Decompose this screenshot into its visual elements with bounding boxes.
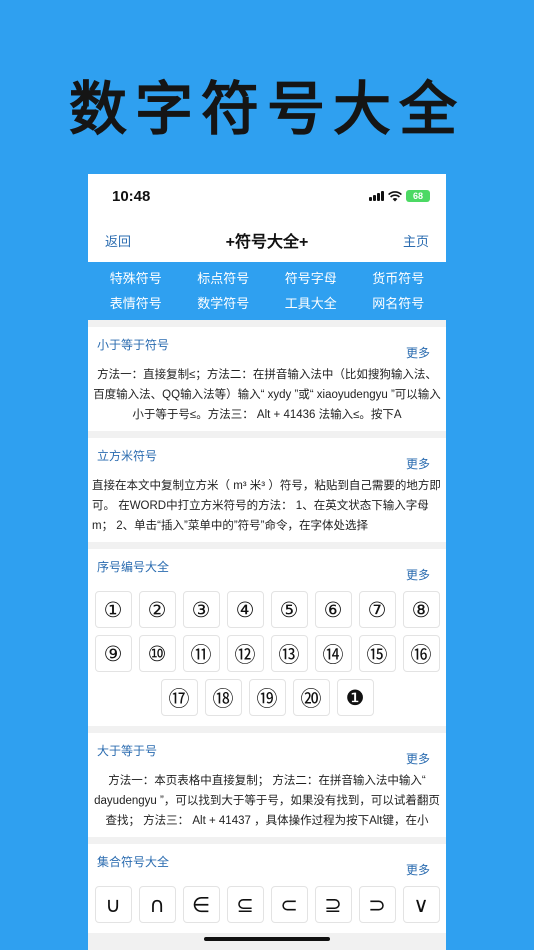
- section-gte: 大于等于号 更多 方法一：本页表格中直接复制； 方法二：在拼音输入法中输入“ d…: [88, 733, 446, 837]
- category-punctuation[interactable]: 标点符号: [180, 266, 268, 291]
- category-special[interactable]: 特殊符号: [92, 266, 180, 291]
- section-text: 方法一：直接复制≤；方法二：在拼音输入法中（比如搜狗输入法、百度输入法、QQ输入…: [93, 369, 441, 421]
- symbol-cell[interactable]: ⊇: [314, 886, 352, 923]
- symbol-cell[interactable]: ⑯: [402, 635, 440, 672]
- symbol-cell[interactable]: ⑲: [248, 679, 286, 716]
- symbol-grid: ①②③④⑤⑥⑦⑧ ⑨⑩⑪⑫⑬⑭⑮⑯ ⑰⑱⑲⑳❶: [88, 583, 446, 726]
- status-time: 10:48: [112, 187, 151, 205]
- symbol-cell[interactable]: ①: [94, 591, 132, 628]
- symbol-cell[interactable]: ⊃: [358, 886, 396, 923]
- symbol-cell[interactable]: ⑭: [314, 635, 352, 672]
- symbol-cell[interactable]: ⑦: [358, 591, 396, 628]
- symbol-cell[interactable]: ②: [138, 591, 176, 628]
- section-text: 直接在本文中复制立方米（ m³ 米³ ）符号，粘贴到自己需要的地方即可。 在WO…: [92, 480, 441, 532]
- symbol-cell[interactable]: ⑧: [402, 591, 440, 628]
- symbol-cell[interactable]: ⑳: [292, 679, 330, 716]
- more-link[interactable]: 更多: [406, 455, 430, 472]
- symbol-cell[interactable]: ∨: [402, 886, 440, 923]
- more-link[interactable]: 更多: [406, 566, 430, 583]
- symbol-cell[interactable]: ∈: [182, 886, 220, 923]
- symbol-cell[interactable]: ⑤: [270, 591, 308, 628]
- symbol-cell[interactable]: ④: [226, 591, 264, 628]
- category-currency[interactable]: 货币符号: [355, 266, 443, 291]
- symbol-cell[interactable]: ⑬: [270, 635, 308, 672]
- home-indicator[interactable]: [204, 937, 330, 941]
- section-title: 集合符号大全: [97, 855, 170, 869]
- section-title: 序号编号大全: [97, 560, 170, 574]
- banner-title: 数字符号大全: [68, 75, 465, 143]
- symbol-cell[interactable]: ⊂: [270, 886, 308, 923]
- section-title: 小于等于符号: [97, 338, 170, 352]
- signal-icon: [369, 191, 384, 201]
- section-serial-numbers: 序号编号大全 更多 ①②③④⑤⑥⑦⑧ ⑨⑩⑪⑫⑬⑭⑮⑯ ⑰⑱⑲⑳❶: [88, 549, 446, 726]
- category-nickname[interactable]: 网名符号: [355, 291, 443, 316]
- symbol-cell[interactable]: ∩: [138, 886, 176, 923]
- back-button[interactable]: 返回: [105, 231, 131, 250]
- category-math[interactable]: 数学符号: [180, 291, 268, 316]
- symbol-cell[interactable]: ③: [182, 591, 220, 628]
- symbol-cell[interactable]: ∪: [94, 886, 132, 923]
- category-tools[interactable]: 工具大全: [267, 291, 355, 316]
- section-title: 大于等于号: [97, 744, 158, 758]
- page-title: +符号大全+: [225, 234, 309, 251]
- home-button[interactable]: 主页: [403, 231, 429, 250]
- section-cubic-meter: 立方米符号 更多 直接在本文中复制立方米（ m³ 米³ ）符号，粘贴到自己需要的…: [88, 438, 446, 542]
- symbol-cell[interactable]: ⑥: [314, 591, 352, 628]
- symbol-cell[interactable]: ⑰: [160, 679, 198, 716]
- symbol-cell[interactable]: ⑮: [358, 635, 396, 672]
- nav-bar: 返回 +符号大全+ 主页: [88, 218, 446, 262]
- category-letters[interactable]: 符号字母: [267, 266, 355, 291]
- status-icons: 68: [369, 190, 430, 202]
- symbol-cell[interactable]: ⑪: [182, 635, 220, 672]
- symbol-cell[interactable]: ⑩: [138, 635, 176, 672]
- section-text: 方法一：本页表格中直接复制； 方法二：在拼音输入法中输入“ dayudengyu…: [94, 775, 440, 827]
- more-link[interactable]: 更多: [406, 750, 430, 767]
- status-bar: 10:48 68: [88, 174, 446, 218]
- section-title: 立方米符号: [97, 449, 158, 463]
- symbol-cell[interactable]: ⑫: [226, 635, 264, 672]
- more-link[interactable]: 更多: [406, 861, 430, 878]
- phone-screen: 10:48 68 返回 +符号大全+ 主页 特殊符号 标点符号 符号字母 货币符…: [88, 174, 446, 950]
- symbol-cell[interactable]: ⊆: [226, 886, 264, 923]
- symbol-cell[interactable]: ⑱: [204, 679, 242, 716]
- symbol-cell[interactable]: ⑨: [94, 635, 132, 672]
- more-link[interactable]: 更多: [406, 344, 430, 361]
- battery-icon: 68: [406, 190, 430, 202]
- category-emoji[interactable]: 表情符号: [92, 291, 180, 316]
- section-lte: 小于等于符号 更多 方法一：直接复制≤；方法二：在拼音输入法中（比如搜狗输入法、…: [88, 327, 446, 431]
- wifi-icon: [388, 190, 402, 201]
- category-grid: 特殊符号 标点符号 符号字母 货币符号 表情符号 数学符号 工具大全 网名符号: [88, 262, 446, 320]
- section-sets: 集合符号大全 更多 ∪ ∩ ∈ ⊆ ⊂ ⊇ ⊃ ∨: [88, 844, 446, 933]
- symbol-cell[interactable]: ❶: [336, 679, 374, 716]
- symbol-grid: ∪ ∩ ∈ ⊆ ⊂ ⊇ ⊃ ∨: [88, 878, 446, 933]
